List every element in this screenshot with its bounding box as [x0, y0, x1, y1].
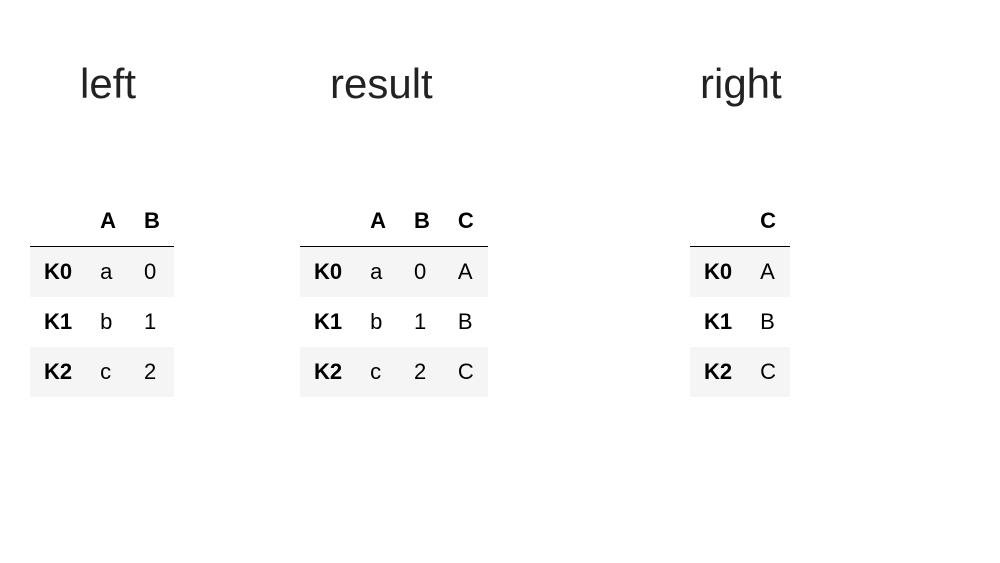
left-cell: b	[86, 297, 130, 347]
table-row: K1 b 1	[30, 297, 174, 347]
left-section: left A B K0 a 0 K1 b 1	[30, 60, 280, 397]
right-row-index: K0	[690, 247, 746, 298]
left-cell: a	[86, 247, 130, 298]
table-row: K0 a 0	[30, 247, 174, 298]
result-col-header: C	[444, 198, 488, 247]
left-cell: 0	[130, 247, 174, 298]
result-cell: 0	[400, 247, 444, 298]
result-cell: a	[356, 247, 400, 298]
result-table: A B C K0 a 0 A K1 b 1 B	[300, 198, 488, 397]
right-table: C K0 A K1 B K2 C	[690, 198, 790, 397]
right-cell: A	[746, 247, 790, 298]
right-cell: C	[746, 347, 790, 397]
right-section: right C K0 A K1 B K2 C	[650, 60, 950, 397]
left-row-index: K2	[30, 347, 86, 397]
result-cell: b	[356, 297, 400, 347]
tables-container: left A B K0 a 0 K1 b 1	[0, 0, 1000, 397]
table-row: K2 c 2	[30, 347, 174, 397]
table-row: K2 C	[690, 347, 790, 397]
left-row-index: K1	[30, 297, 86, 347]
left-title: left	[80, 60, 136, 108]
table-row: K0 A	[690, 247, 790, 298]
right-cell: B	[746, 297, 790, 347]
result-row-index: K1	[300, 297, 356, 347]
left-cell: 2	[130, 347, 174, 397]
left-cell: c	[86, 347, 130, 397]
table-row: K2 c 2 C	[300, 347, 488, 397]
result-cell: A	[444, 247, 488, 298]
table-row: K1 b 1 B	[300, 297, 488, 347]
table-row: K0 a 0 A	[300, 247, 488, 298]
result-col-header: A	[356, 198, 400, 247]
result-cell: 1	[400, 297, 444, 347]
right-title: right	[700, 60, 782, 108]
result-col-header: B	[400, 198, 444, 247]
result-cell: C	[444, 347, 488, 397]
right-row-index: K1	[690, 297, 746, 347]
right-col-header: C	[746, 198, 790, 247]
result-corner-header	[300, 198, 356, 247]
left-corner-header	[30, 198, 86, 247]
result-row-index: K2	[300, 347, 356, 397]
left-row-index: K0	[30, 247, 86, 298]
result-row-index: K0	[300, 247, 356, 298]
right-corner-header	[690, 198, 746, 247]
result-cell: 2	[400, 347, 444, 397]
left-table: A B K0 a 0 K1 b 1 K2 c 2	[30, 198, 174, 397]
result-section: result A B C K0 a 0 A K1 b	[280, 60, 610, 397]
left-cell: 1	[130, 297, 174, 347]
result-cell: c	[356, 347, 400, 397]
table-row: K1 B	[690, 297, 790, 347]
left-col-header: B	[130, 198, 174, 247]
result-title: result	[330, 60, 433, 108]
left-col-header: A	[86, 198, 130, 247]
result-cell: B	[444, 297, 488, 347]
right-row-index: K2	[690, 347, 746, 397]
